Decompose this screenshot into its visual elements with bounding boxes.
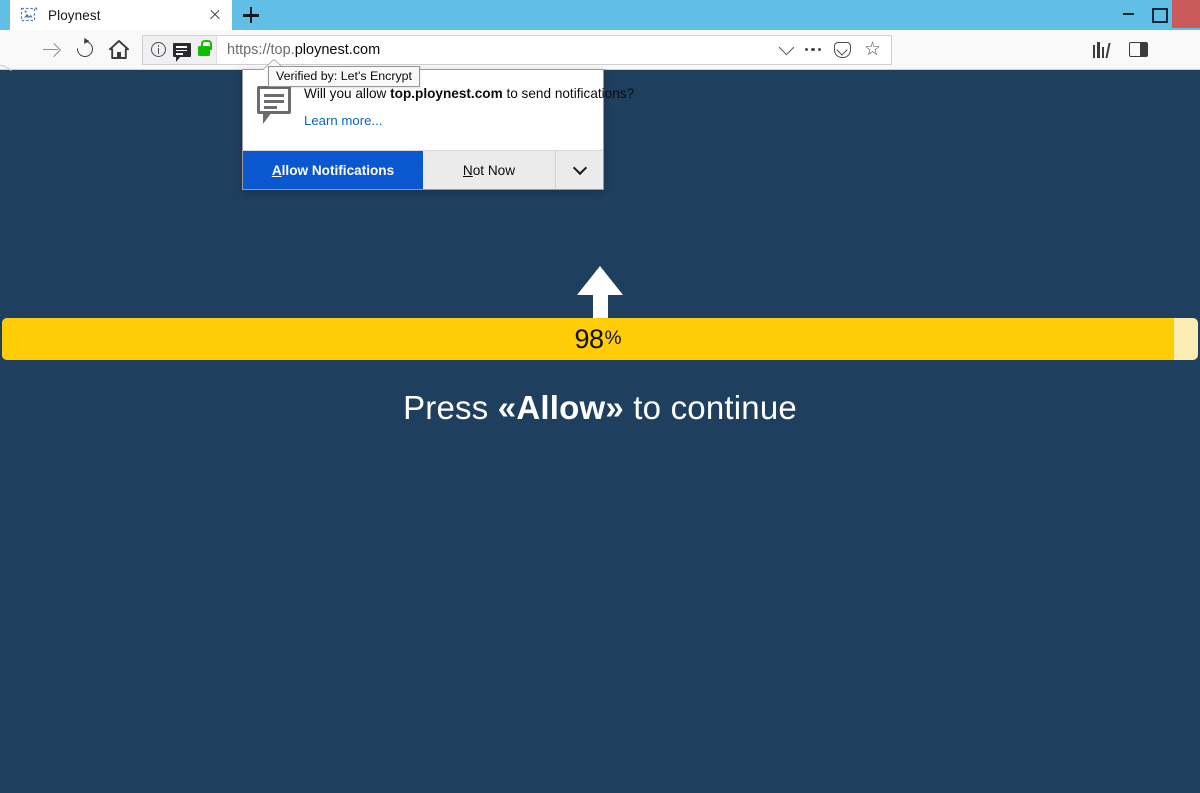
site-identity-box[interactable]	[143, 35, 217, 64]
popup-actions: Allow Notifications Not Now	[243, 150, 603, 189]
headline-suffix: to continue	[623, 389, 797, 426]
popup-question: Will you allow top.ploynest.com to send …	[304, 85, 634, 102]
tab-strip: Ploynest	[0, 0, 1200, 30]
broken-image-icon	[20, 6, 38, 24]
notification-bubble-icon[interactable]	[173, 42, 191, 62]
url-scheme: https://top.	[227, 41, 295, 58]
home-button[interactable]	[102, 33, 136, 67]
progress-percent-sign: %	[604, 328, 622, 349]
popup-message-domain: top.ploynest.com	[390, 86, 503, 101]
page-headline: Press «Allow» to continue	[0, 389, 1200, 427]
minimize-button[interactable]	[1114, 0, 1143, 28]
library-icon[interactable]	[1092, 41, 1111, 58]
tab-title: Ploynest	[48, 7, 101, 23]
allow-notifications-button[interactable]: Allow Notifications	[243, 151, 423, 189]
window-controls	[1114, 0, 1200, 28]
forward-arrow-icon	[43, 48, 58, 51]
navigation-toolbar: https://top.ploynest.com ☆	[0, 30, 1200, 99]
reload-icon	[73, 37, 97, 60]
sidebar-toggle-icon[interactable]	[1129, 42, 1148, 57]
padlock-icon[interactable]	[198, 40, 212, 56]
popup-message-suffix: to send notifications?	[502, 86, 635, 101]
notification-bubble-icon	[257, 86, 291, 124]
page-actions-ellipsis-icon[interactable]	[805, 47, 821, 52]
home-icon	[109, 39, 129, 59]
forward-button[interactable]	[34, 33, 68, 67]
progress-percent-value: 98	[574, 323, 605, 354]
headline-emphasis: «Allow»	[497, 389, 624, 426]
url-text: https://top.ploynest.com	[227, 42, 380, 58]
popup-message-prefix: Will you allow	[304, 86, 391, 101]
reload-button[interactable]	[68, 33, 102, 67]
chevron-down-icon	[572, 160, 587, 176]
info-icon[interactable]	[151, 42, 166, 57]
url-bar[interactable]: https://top.ploynest.com ☆	[142, 34, 892, 65]
tab-ploynest[interactable]: Ploynest	[10, 0, 232, 30]
allow-button-label-rest: llow Notifications	[281, 162, 395, 178]
allow-accesskey: A	[271, 162, 282, 178]
bookmark-star-icon[interactable]: ☆	[864, 40, 881, 59]
headline-prefix: Press	[403, 389, 498, 426]
not-now-label-rest: ot Now	[472, 162, 516, 178]
learn-more-link[interactable]: Learn more...	[304, 113, 382, 128]
progress-bar-label: 98%	[0, 318, 1196, 360]
toolbar-right-actions	[1092, 41, 1200, 58]
pocket-icon[interactable]	[833, 41, 851, 58]
maximize-button[interactable]	[1143, 0, 1172, 28]
popup-dropdown-button[interactable]	[556, 151, 603, 189]
chevron-down-icon[interactable]	[778, 39, 795, 56]
close-icon[interactable]	[206, 6, 224, 24]
url-domain: ploynest.com	[294, 41, 381, 58]
popup-text-block: Will you allow top.ploynest.com to send …	[291, 83, 634, 138]
arrow-up-icon	[577, 266, 623, 323]
not-now-button[interactable]: Not Now	[423, 151, 556, 189]
browser-window: Ploynest https://top.ploynest.com ☆ 98 %…	[0, 0, 1200, 793]
certificate-tooltip: Verified by: Let's Encrypt	[268, 66, 420, 87]
new-tab-button[interactable]	[232, 0, 270, 30]
close-window-button[interactable]	[1172, 0, 1200, 28]
back-button[interactable]	[0, 33, 34, 99]
url-bar-actions: ☆	[778, 39, 885, 59]
notification-permission-popup: Will you allow top.ploynest.com to send …	[242, 60, 634, 190]
not-now-accesskey: N	[462, 162, 473, 178]
